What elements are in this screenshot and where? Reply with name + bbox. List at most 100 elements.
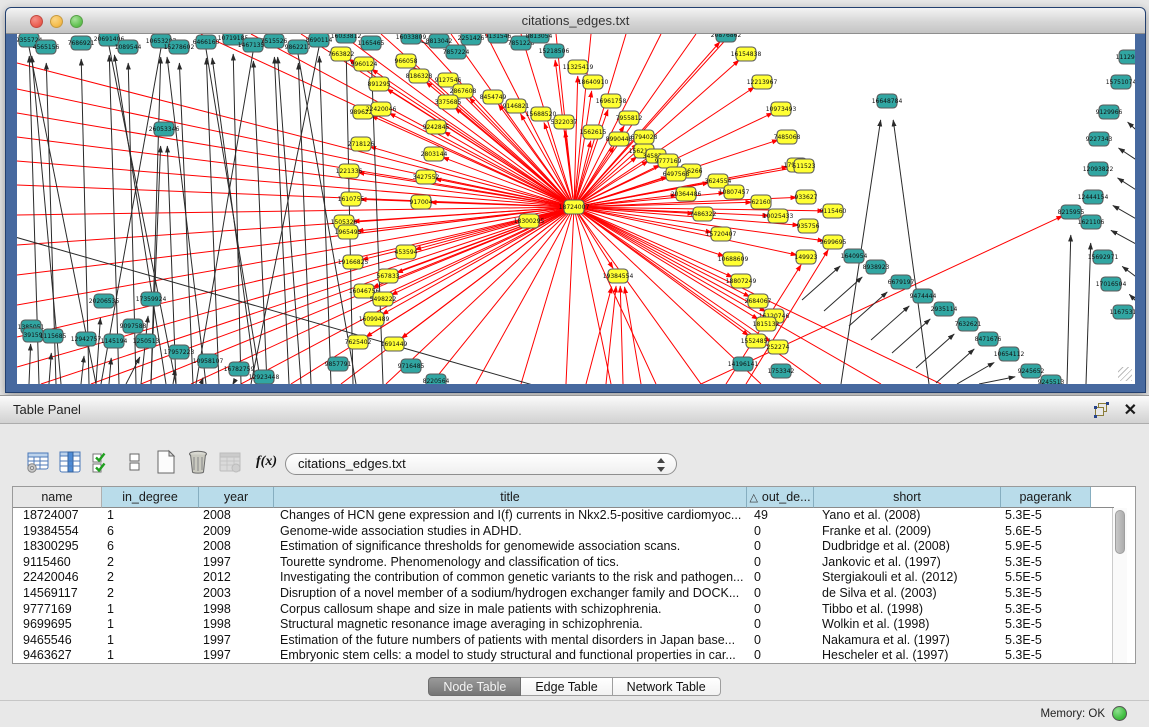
- graph-node[interactable]: 1753342: [768, 364, 795, 378]
- graph-node[interactable]: 9699695: [820, 235, 847, 249]
- graph-node[interactable]: 20876862: [711, 34, 742, 42]
- graph-node[interactable]: 1145194: [101, 334, 128, 348]
- graph-node[interactable]: 16648784: [872, 94, 903, 108]
- scrollbar-thumb[interactable]: [1115, 510, 1125, 554]
- tab-edge-table[interactable]: Edge Table: [521, 677, 612, 696]
- table-row[interactable]: 1456911722003Disruption of a novel membe…: [13, 586, 1112, 602]
- graph-node[interactable]: 9474444: [910, 289, 937, 303]
- column-header-out_degree[interactable]: △out_de...: [747, 487, 814, 508]
- graph-node[interactable]: 7686921: [68, 36, 95, 50]
- table-row[interactable]: 977716911998Corpus callosum shape and si…: [13, 602, 1112, 618]
- graph-node[interactable]: 1691449: [381, 337, 408, 351]
- graph-node[interactable]: 9245513: [1038, 375, 1065, 384]
- graph-node[interactable]: 7632621: [955, 317, 982, 331]
- table-row[interactable]: 1830029562008Estimation of significance …: [13, 539, 1112, 555]
- graph-node[interactable]: 7955812: [616, 111, 643, 125]
- graph-node[interactable]: 10654112: [994, 347, 1025, 361]
- table-settings-icon[interactable]: [26, 449, 50, 475]
- graph-node[interactable]: 252274: [767, 340, 790, 354]
- column-select-icon[interactable]: [58, 449, 82, 475]
- graph-node[interactable]: 15751074: [1106, 75, 1135, 89]
- graph-node[interactable]: 16961758: [596, 94, 627, 108]
- graph-node[interactable]: 1965495: [335, 225, 362, 239]
- tab-network-table[interactable]: Network Table: [613, 677, 721, 696]
- graph-node[interactable]: 9716485: [398, 359, 425, 373]
- graph-node[interactable]: 511523: [793, 159, 816, 173]
- graph-node[interactable]: 18640910: [578, 75, 609, 89]
- graph-node[interactable]: 17359924: [136, 292, 167, 306]
- graph-node[interactable]: 1562615: [580, 125, 607, 139]
- graph-node[interactable]: 7485068: [774, 130, 801, 144]
- graph-node[interactable]: 8186328: [406, 69, 433, 83]
- graph-node[interactable]: 8471676: [975, 332, 1002, 346]
- graph-node[interactable]: 12213967: [747, 75, 778, 89]
- graph-node[interactable]: 1167531: [1110, 305, 1135, 319]
- new-table-icon[interactable]: [154, 449, 178, 475]
- graph-node[interactable]: 9857791: [325, 357, 352, 371]
- vertical-scrollbar[interactable]: [1112, 508, 1127, 663]
- graph-node[interactable]: 2803144: [421, 147, 448, 161]
- graph-node[interactable]: 15720407: [706, 227, 737, 241]
- graph-node[interactable]: 9242845: [423, 120, 450, 134]
- graph-node[interactable]: 1815132: [753, 317, 780, 331]
- graph-node[interactable]: 9960124: [351, 57, 378, 71]
- graph-node[interactable]: 9115460: [820, 204, 847, 218]
- graph-node[interactable]: 12093822: [1083, 162, 1114, 176]
- graph-node[interactable]: 3427552: [413, 170, 440, 184]
- graph-node[interactable]: 10025433: [763, 209, 794, 223]
- graph-node[interactable]: 891295: [368, 77, 391, 91]
- graph-node[interactable]: 1115685: [40, 329, 67, 343]
- column-header-in_degree[interactable]: in_degree: [102, 487, 199, 508]
- graph-node[interactable]: 2718126: [348, 137, 375, 151]
- graph-node[interactable]: 2251426: [458, 34, 485, 45]
- table-row[interactable]: 1872400712008Changes of HCN gene express…: [13, 508, 1112, 524]
- graph-node[interactable]: 1089544: [115, 40, 142, 54]
- graph-node[interactable]: 5322037: [551, 115, 578, 129]
- graph-node[interactable]: 966058: [395, 54, 418, 68]
- graph-node[interactable]: 1250513: [133, 334, 160, 348]
- graph-node[interactable]: 15692971: [1088, 250, 1119, 264]
- graph-node[interactable]: 19384554: [603, 269, 634, 283]
- graph-node[interactable]: 7625402: [345, 335, 372, 349]
- column-header-short[interactable]: short: [814, 487, 1001, 508]
- resize-grip[interactable]: [1118, 367, 1132, 381]
- tab-node-table[interactable]: Node Table: [428, 677, 521, 696]
- graph-node[interactable]: 16099489: [359, 312, 390, 326]
- graph-node[interactable]: 12444154: [1078, 190, 1109, 204]
- graph-node[interactable]: 2684067: [745, 294, 772, 308]
- graph-node[interactable]: 11325419: [563, 60, 594, 74]
- graph-node[interactable]: 149923: [795, 250, 818, 264]
- table-row[interactable]: 2242004622012Investigating the contribut…: [13, 570, 1112, 586]
- row-height-icon[interactable]: [122, 449, 146, 475]
- graph-node[interactable]: 1640954: [841, 249, 868, 263]
- graph-node[interactable]: 933627: [795, 190, 818, 204]
- graph-node[interactable]: 453594: [395, 245, 418, 259]
- graph-node[interactable]: 15218506: [539, 44, 570, 58]
- graph-node[interactable]: 1621106: [1078, 215, 1105, 229]
- graph-node[interactable]: 16154838: [731, 47, 762, 61]
- graph-node[interactable]: 8454749: [480, 90, 507, 104]
- graph-node[interactable]: 7663822: [328, 47, 355, 61]
- table-row[interactable]: 946554611997Estimation of the future num…: [13, 633, 1112, 649]
- table-row[interactable]: 911546021997Tourette syndrome. Phenomeno…: [13, 555, 1112, 571]
- graph-node[interactable]: 9245652: [1018, 364, 1045, 378]
- graph-node[interactable]: 7857224: [443, 45, 470, 59]
- graph-node[interactable]: 9129966: [1096, 105, 1123, 119]
- float-window-icon[interactable]: [1095, 403, 1109, 417]
- column-header-year[interactable]: year: [199, 487, 274, 508]
- graph-node[interactable]: 6466160: [193, 35, 220, 49]
- function-builder-icon[interactable]: f(x): [256, 449, 277, 475]
- graph-node[interactable]: 9227343: [1086, 132, 1113, 146]
- select-rows-icon[interactable]: [90, 449, 114, 475]
- window-titlebar[interactable]: citations_edges.txt: [6, 8, 1145, 34]
- graph-node[interactable]: 8690114: [306, 34, 333, 47]
- graph-node[interactable]: 6679197: [888, 275, 915, 289]
- graph-node[interactable]: 10958107: [193, 354, 224, 368]
- graph-node[interactable]: 5498222: [370, 292, 397, 306]
- graph-node[interactable]: 10688609: [718, 252, 749, 266]
- table-row[interactable]: 1938455462009Genome-wide association stu…: [13, 524, 1112, 540]
- graph-node[interactable]: 8220564: [423, 374, 450, 384]
- graph-node[interactable]: 4565156: [33, 40, 60, 54]
- graph-node[interactable]: 6497568: [663, 167, 690, 181]
- graph-node[interactable]: 8938923: [863, 260, 890, 274]
